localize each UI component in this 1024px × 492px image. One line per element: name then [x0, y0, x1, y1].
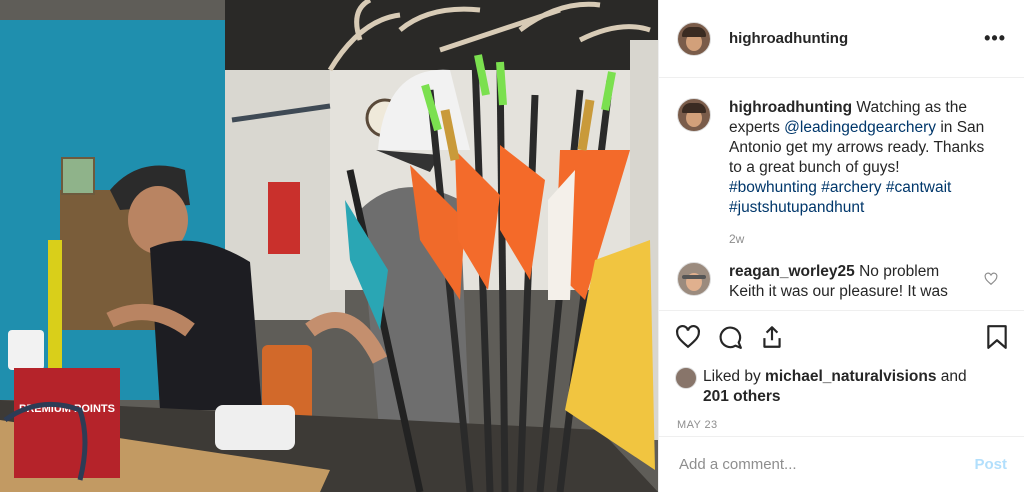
instagram-post: PREMIUM POINTS highroadhunting ••• highr… — [0, 0, 1024, 492]
add-comment-bar: Post — [659, 436, 1024, 492]
post-header: highroadhunting ••• — [659, 0, 1024, 78]
share-icon[interactable] — [759, 324, 785, 355]
liker-avatar[interactable] — [675, 367, 697, 389]
archery-shop-photo: PREMIUM POINTS — [0, 0, 658, 492]
commenter-username[interactable]: reagan_worley25 — [729, 263, 855, 280]
heart-icon[interactable] — [675, 324, 701, 355]
hashtag-link[interactable]: #archery — [821, 179, 881, 196]
comment-item: reagan_worley25 No problem Keith it was … — [677, 262, 1006, 302]
red-shirt — [268, 182, 300, 254]
liker-username[interactable]: michael_naturalvisions — [765, 368, 936, 385]
post-actions: Liked by michael_naturalvisions and 201 o… — [659, 310, 1024, 431]
commenter-avatar[interactable] — [677, 262, 711, 296]
author-avatar[interactable] — [677, 21, 711, 56]
post-sidebar: highroadhunting ••• highroadhunting Watc… — [658, 0, 1024, 492]
hashtag-link[interactable]: #cantwait — [886, 179, 951, 196]
post-photo[interactable]: PREMIUM POINTS — [0, 0, 658, 492]
comment-icon[interactable] — [717, 324, 743, 355]
action-bar — [675, 321, 1009, 357]
likes-text: Liked by michael_naturalvisions and 201 o… — [703, 367, 967, 407]
comment-text: reagan_worley25 No problem Keith it was … — [729, 262, 969, 302]
caption-avatar[interactable] — [677, 98, 711, 132]
likes-prefix: Liked by — [703, 368, 766, 385]
comment-like-icon[interactable] — [984, 272, 998, 286]
bookmark-icon[interactable] — [985, 324, 1009, 355]
likes-summary: Liked by michael_naturalvisions and 201 o… — [675, 367, 1009, 407]
caption-time[interactable]: 2w — [729, 232, 1006, 246]
caption-username[interactable]: highroadhunting — [729, 99, 852, 116]
post-date[interactable]: MAY 23 — [677, 419, 1009, 431]
hashtag-link[interactable]: #bowhunting — [729, 179, 817, 196]
more-options-icon[interactable]: ••• — [984, 28, 1006, 49]
post-comment-button[interactable]: Post — [974, 456, 1007, 473]
comments-section: highroadhunting Watching as the experts … — [659, 78, 1024, 308]
likes-others[interactable]: 201 others — [703, 388, 781, 405]
caption: highroadhunting Watching as the experts … — [677, 98, 1006, 218]
comment-input[interactable] — [677, 455, 975, 474]
hashtag-link[interactable]: #justshutupandhunt — [729, 199, 864, 216]
premium-points-sign — [14, 368, 120, 478]
author-username[interactable]: highroadhunting — [729, 30, 848, 47]
caption-text: highroadhunting Watching as the experts … — [729, 98, 994, 218]
mention-link[interactable]: @leadingedgearchery — [784, 119, 936, 136]
likes-mid: and — [936, 368, 967, 385]
